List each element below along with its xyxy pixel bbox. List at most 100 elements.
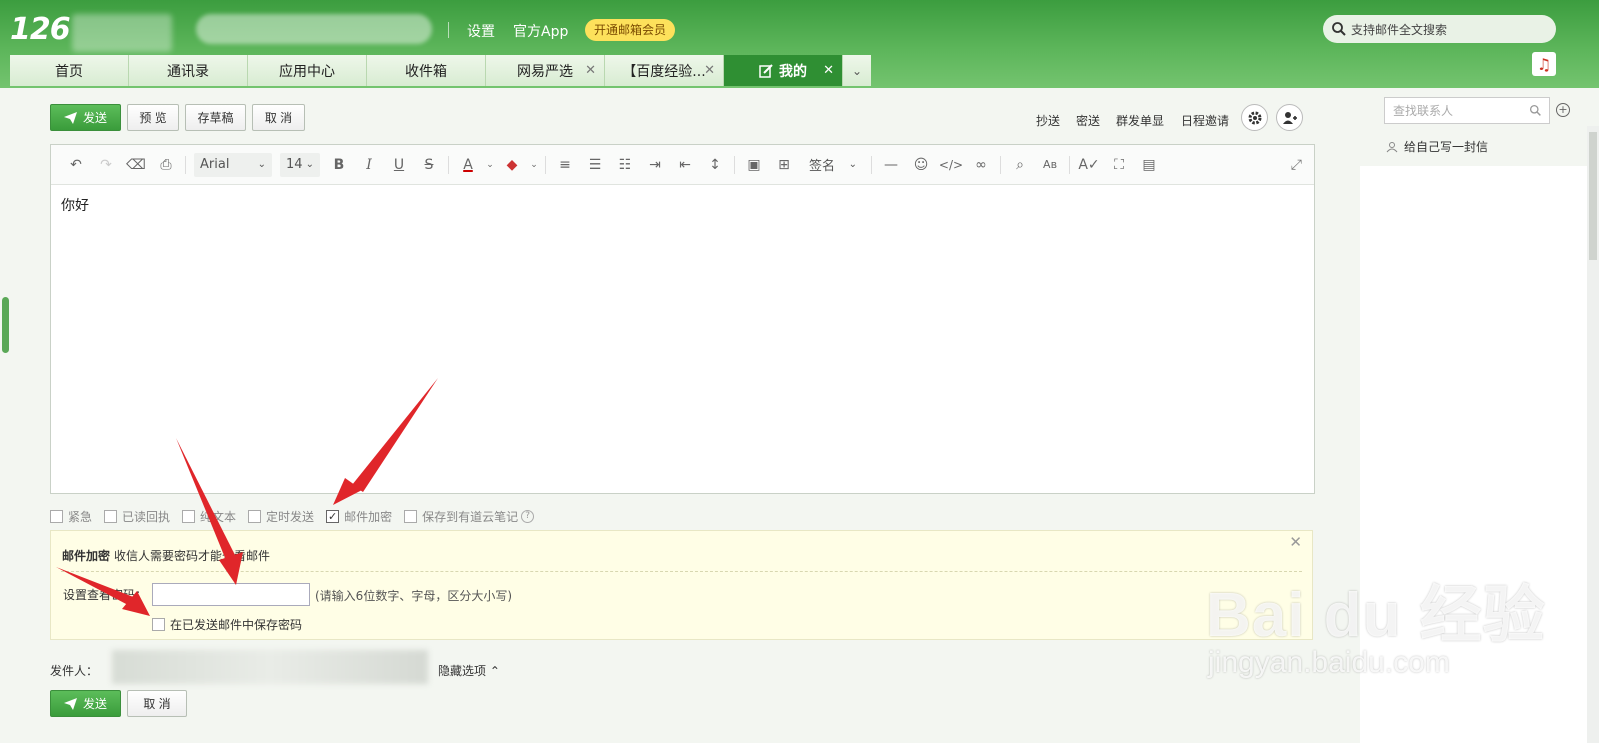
send-button-bottom[interactable]: 发送: [50, 690, 121, 717]
checkbox-checked[interactable]: ✓: [326, 509, 340, 523]
add-icon[interactable]: +: [1556, 103, 1570, 117]
checkbox[interactable]: [182, 509, 196, 523]
sender-address-blurred[interactable]: [112, 650, 428, 684]
table-icon[interactable]: ⊞: [769, 153, 799, 177]
eraser-icon[interactable]: ⌫: [121, 153, 151, 177]
encryption-title: 邮件加密 收信人需要密码才能查看邮件: [62, 547, 270, 564]
italic-icon[interactable]: I: [354, 153, 384, 177]
checkbox[interactable]: [404, 509, 418, 523]
find-replace-icon[interactable]: ⌕: [1005, 153, 1035, 177]
tab-yanxuan[interactable]: 网易严选 ✕: [486, 55, 605, 86]
close-icon[interactable]: ✕: [823, 63, 834, 78]
redo-icon[interactable]: ↷: [91, 153, 121, 177]
cancel-button-bottom[interactable]: 取 消: [127, 690, 187, 717]
option-label: 已读回执: [122, 509, 171, 524]
option-encrypt[interactable]: ✓ 邮件加密: [326, 508, 392, 525]
tab-inbox[interactable]: 收件箱: [367, 55, 486, 86]
strikethrough-icon[interactable]: S: [414, 153, 444, 177]
tab-compose-mine[interactable]: 我的 ✕: [724, 55, 843, 86]
help-icon[interactable]: ?: [521, 509, 535, 523]
format-painter-icon[interactable]: ⎙: [151, 153, 181, 177]
indent-icon[interactable]: ⇥: [640, 153, 670, 177]
checkbox[interactable]: [248, 509, 262, 523]
encryption-panel: 邮件加密 收信人需要密码才能查看邮件 ✕ 设置查看密码： (请输入6位数字、字母，…: [50, 530, 1313, 640]
checkbox[interactable]: [104, 509, 118, 523]
option-read-receipt[interactable]: 已读回执: [104, 508, 170, 525]
send-options-row: 紧急 已读回执 纯文本 定时发送 ✓ 邮件加密 保存到有道云笔记?: [50, 506, 546, 526]
outdent-icon[interactable]: ⇤: [670, 153, 700, 177]
option-urgent[interactable]: 紧急: [50, 508, 92, 525]
gear-icon[interactable]: [1241, 104, 1268, 131]
encryption-description: 收信人需要密码才能查看邮件: [114, 549, 271, 563]
password-label: 设置查看密码：: [63, 588, 148, 602]
image-icon[interactable]: ▣: [739, 153, 769, 177]
tab-more-button[interactable]: ⌄: [843, 55, 871, 86]
bold-icon[interactable]: B: [324, 153, 354, 177]
checkbox[interactable]: [152, 618, 165, 631]
save-draft-button[interactable]: 存草稿: [185, 104, 246, 131]
spellcheck-icon[interactable]: A✓: [1074, 153, 1104, 177]
schedule-invite-link[interactable]: 日程邀请: [1181, 112, 1229, 129]
horizontal-rule-icon[interactable]: —: [876, 153, 906, 177]
font-size-select[interactable]: 14 ⌄: [280, 152, 320, 177]
tab-label: 应用中心: [279, 63, 335, 80]
send-button[interactable]: 发送: [50, 104, 121, 131]
chevron-down-icon: ⌄: [305, 159, 314, 170]
password-input[interactable]: [152, 583, 310, 606]
cancel-button[interactable]: 取 消: [252, 104, 305, 131]
music-icon[interactable]: ♫: [1532, 52, 1556, 76]
tab-app-center[interactable]: 应用中心: [248, 55, 367, 86]
tab-label: 我的: [779, 63, 807, 80]
numbered-list-icon[interactable]: ☷: [610, 153, 640, 177]
line-height-icon[interactable]: ↕: [700, 153, 730, 177]
case-convert-icon[interactable]: Aʙ: [1035, 153, 1065, 177]
bcc-link[interactable]: 密送: [1076, 112, 1100, 129]
bullet-list-icon[interactable]: ☰: [580, 153, 610, 177]
highlight-color-icon[interactable]: ◆: [497, 153, 527, 177]
code-icon[interactable]: </>: [936, 153, 966, 177]
checkbox[interactable]: [50, 509, 63, 523]
editor-body[interactable]: 你好: [51, 185, 1314, 225]
tab-home[interactable]: 首页: [10, 55, 129, 86]
align-icon[interactable]: ≡: [550, 153, 580, 177]
contacts-list-area: [1360, 166, 1587, 743]
close-icon[interactable]: ✕: [704, 63, 715, 78]
mail-logo[interactable]: 126: [10, 12, 71, 47]
tab-baidu-jingyan[interactable]: 【百度经验... ✕: [605, 55, 724, 86]
option-scheduled-send[interactable]: 定时发送: [248, 508, 314, 525]
write-to-self-item[interactable]: 给自己写一封信: [1386, 138, 1488, 155]
save-password-option[interactable]: 在已发送邮件中保存密码: [152, 616, 302, 633]
chevron-down-icon[interactable]: ⌄: [483, 153, 497, 177]
option-save-youdao[interactable]: 保存到有道云笔记?: [404, 508, 535, 525]
option-label: 邮件加密: [344, 509, 393, 524]
contact-search-input[interactable]: 查找联系人: [1384, 97, 1550, 124]
add-contact-icon[interactable]: [1276, 104, 1303, 131]
hide-options-link[interactable]: 隐藏选项 ⌃: [438, 662, 500, 679]
cc-link[interactable]: 抄送: [1036, 112, 1060, 129]
signature-select[interactable]: 签名 ⌄: [803, 153, 863, 177]
chevron-down-icon[interactable]: ⌄: [527, 153, 541, 177]
left-panel-handle[interactable]: [2, 297, 9, 353]
mail-search-box[interactable]: 支持邮件全文搜索: [1323, 15, 1556, 43]
vip-button[interactable]: 开通邮箱会员: [585, 19, 676, 41]
preview-button[interactable]: 预 览: [127, 104, 179, 131]
translate-icon[interactable]: ⛶: [1104, 153, 1134, 177]
signature-label: 签名: [809, 159, 836, 174]
contacts-scrollbar-thumb[interactable]: [1589, 132, 1597, 260]
font-color-icon[interactable]: A: [453, 153, 483, 177]
toolbar-divider: [185, 155, 186, 174]
expand-icon[interactable]: ⤢: [1291, 157, 1302, 173]
undo-icon[interactable]: ↶: [61, 153, 91, 177]
option-plain-text[interactable]: 纯文本: [182, 508, 236, 525]
settings-link[interactable]: 设置: [467, 21, 495, 41]
bulk-single-display-link[interactable]: 群发单显: [1116, 112, 1164, 129]
underline-icon[interactable]: U: [384, 153, 414, 177]
link-icon[interactable]: ∞: [966, 153, 996, 177]
close-icon[interactable]: ✕: [1289, 533, 1302, 551]
tab-contacts[interactable]: 通讯录: [129, 55, 248, 86]
template-icon[interactable]: ▤: [1134, 153, 1164, 177]
official-app-link[interactable]: 官方App: [513, 21, 568, 41]
close-icon[interactable]: ✕: [585, 63, 596, 78]
font-family-select[interactable]: Arial ⌄: [194, 152, 272, 177]
emoji-icon[interactable]: ☺: [906, 153, 936, 177]
